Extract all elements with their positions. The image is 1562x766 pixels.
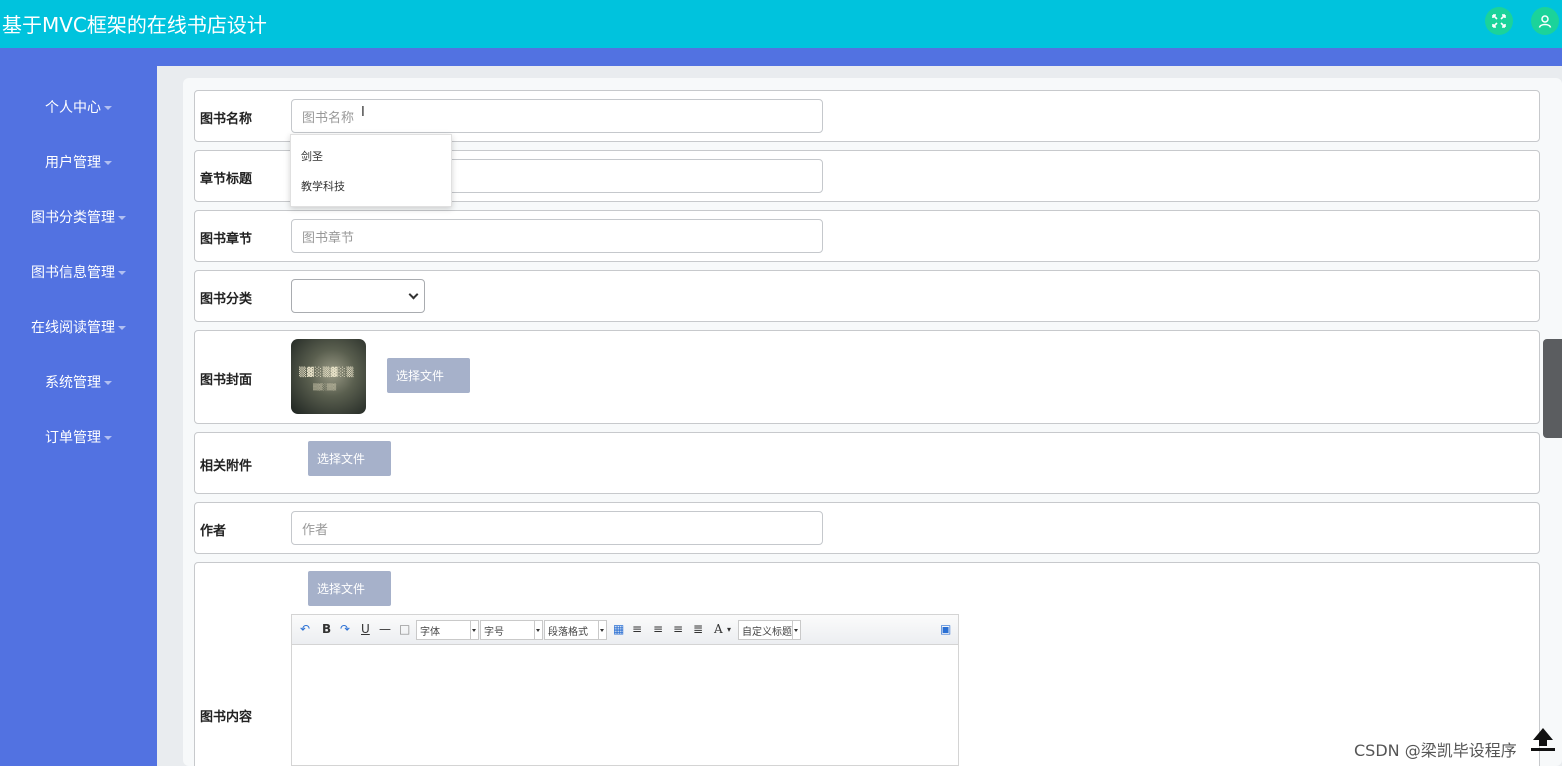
autocomplete-option[interactable]: 剑圣 [301,148,323,164]
caret-down-icon [118,325,126,330]
sidebar-item-book-info-management[interactable]: 图书信息管理 [0,244,157,299]
sidebar-item-personal-center[interactable]: 个人中心 [0,79,157,134]
header-accent-bar [0,48,1562,66]
caret-down-icon: ▾ [727,625,732,634]
justify-icon[interactable]: ≣ [693,622,703,636]
cover-image-art: ▒▓░▒▓░▒ [299,368,355,378]
table-icon[interactable]: ▦ [613,622,624,636]
caret-down-icon [104,435,112,440]
align-right-icon[interactable]: ≡ [653,622,663,636]
font-family-select-label: 字体 [420,626,440,638]
horizontal-rule-icon[interactable]: — [379,622,391,636]
align-center-icon[interactable]: ≡ [673,622,683,636]
caret-down-icon [472,629,476,632]
select-divider [534,621,535,639]
underline-button[interactable]: U [361,622,370,636]
form-row-category: 图书分类 [194,270,1540,322]
cover-choose-file-button[interactable]: 选择文件 [387,358,470,393]
author-input[interactable]: 作者 [291,511,823,545]
user-button[interactable] [1531,7,1559,35]
undo-icon[interactable]: ↶ [300,622,310,636]
sidebar-item-label: 在线阅读管理 [31,319,115,336]
sidebar-item-label: 系统管理 [45,374,101,391]
sidebar-item-user-management[interactable]: 用户管理 [0,134,157,189]
book-name-autocomplete: 剑圣 教学科技 [290,134,452,207]
paragraph-format-select-label: 段落格式 [548,626,588,638]
form-row-author: 作者 作者 [194,502,1540,554]
book-name-label: 图书名称 [200,112,253,127]
sidebar-item-label: 图书信息管理 [31,264,115,281]
redo-icon[interactable]: ↷ [340,622,350,636]
caret-down-icon [118,215,126,220]
caret-down-icon [104,105,112,110]
side-panel-handle[interactable] [1543,339,1562,438]
chapter-title-label: 章节标题 [200,172,253,187]
category-select[interactable] [291,279,425,313]
cover-image: ▒▓░▒▓░▒ ▒▒░▒▒ [291,339,366,414]
app-title: 基于MVC框架的在线书店设计 [2,13,267,37]
sidebar-item-label: 订单管理 [45,429,101,446]
autocomplete-option[interactable]: 教学科技 [301,178,345,194]
preview-icon[interactable]: ▣ [940,622,951,636]
caret-down-icon [536,629,540,632]
font-size-select-label: 字号 [484,626,504,638]
select-divider [792,621,793,639]
book-name-input[interactable]: 图书名称 [291,99,823,133]
author-label: 作者 [200,524,227,539]
select-divider [598,621,599,639]
category-label: 图书分类 [200,292,253,307]
custom-heading-select-label: 自定义标题 [742,626,792,638]
select-divider [470,621,471,639]
cover-label: 图书封面 [200,373,253,388]
editor-toolbar: ↶ B ↷ U — □ 字体 字号 段落格式 ▦ ≡ ≡ ≡ ≣ A ▾ 自定义… [292,615,958,645]
caret-down-icon [118,270,126,275]
fullscreen-icon [1492,14,1506,28]
attachment-label: 相关附件 [200,459,253,474]
cover-image-detail: ▒▒░▒▒ [313,384,337,391]
bold-button[interactable]: B [322,622,331,636]
font-size-select[interactable]: 字号 [480,620,543,640]
caret-down-icon [794,629,798,632]
custom-heading-select[interactable]: 自定义标题 [738,620,801,640]
caret-down-icon [104,160,112,165]
font-color-button[interactable]: A [714,622,723,636]
sidebar: 个人中心 用户管理 图书分类管理 图书信息管理 在线阅读管理 系统管理 订单管理 [0,66,157,766]
sidebar-item-label: 用户管理 [45,154,101,171]
chapter-input[interactable]: 图书章节 [291,219,823,253]
top-header: 基于MVC框架的在线书店设计 [0,0,1562,48]
fullscreen-button[interactable] [1485,7,1513,35]
sidebar-item-label: 个人中心 [45,99,101,116]
paste-plain-icon[interactable]: □ [399,622,410,636]
content-label: 图书内容 [200,710,253,725]
chapter-label: 图书章节 [200,232,253,247]
user-icon [1538,15,1552,28]
align-left-icon[interactable]: ≡ [632,622,642,636]
watermark: CSDN @梁凯毕设程序 [1354,741,1517,760]
content-choose-file-button[interactable]: 选择文件 [308,571,391,606]
attachment-choose-file-button[interactable]: 选择文件 [308,441,391,476]
chevron-down-icon [408,289,419,300]
form-row-attachment: 相关附件 选择文件 [194,432,1540,494]
form-row-chapter: 图书章节 图书章节 [194,210,1540,262]
text-cursor-icon: I [361,105,365,120]
caret-down-icon [600,629,604,632]
sidebar-item-order-management[interactable]: 订单管理 [0,409,157,464]
sidebar-item-category-management[interactable]: 图书分类管理 [0,189,157,244]
form-row-cover: 图书封面 ▒▓░▒▓░▒ ▒▒░▒▒ 选择文件 [194,330,1540,424]
back-to-top-icon[interactable] [1530,726,1556,752]
rich-text-editor[interactable]: ↶ B ↷ U — □ 字体 字号 段落格式 ▦ ≡ ≡ ≡ ≣ A ▾ 自定义… [291,614,959,766]
sidebar-item-system-management[interactable]: 系统管理 [0,354,157,409]
paragraph-format-select[interactable]: 段落格式 [544,620,607,640]
caret-down-icon [104,380,112,385]
sidebar-item-label: 图书分类管理 [31,209,115,226]
sidebar-item-online-reading-management[interactable]: 在线阅读管理 [0,299,157,354]
font-family-select[interactable]: 字体 [416,620,479,640]
